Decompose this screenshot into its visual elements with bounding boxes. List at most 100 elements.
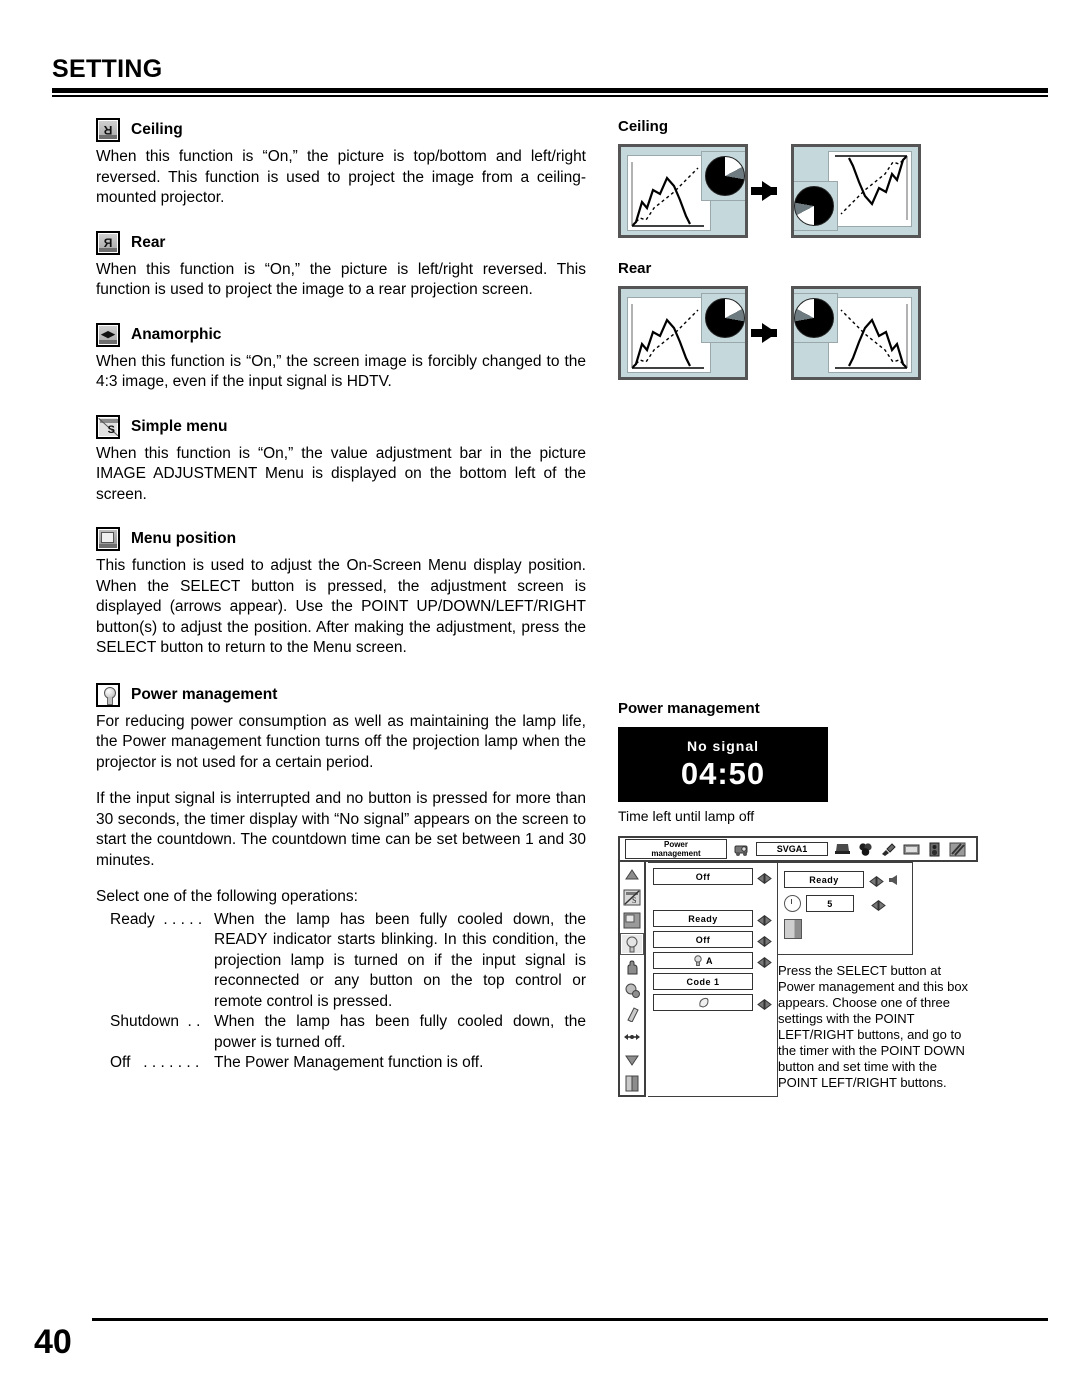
operation-description: When the lamp has been fully cooled down… xyxy=(214,1013,586,1051)
osd-sidebar: S xyxy=(618,862,646,1097)
osd-option-row[interactable]: Off xyxy=(653,931,772,948)
eraser-icon[interactable] xyxy=(621,1004,643,1024)
operation-description: When the lamp has been fully cooled down… xyxy=(214,910,586,1010)
osd-exit-row[interactable] xyxy=(784,919,906,939)
screen-after xyxy=(791,144,921,238)
computer-icon[interactable] xyxy=(834,842,851,857)
left-right-arrows-icon[interactable] xyxy=(757,934,772,947)
scroll-up-icon[interactable] xyxy=(621,864,643,884)
page-footer: 40 xyxy=(34,1318,1048,1361)
screen-after xyxy=(791,286,921,380)
scroll-down-icon[interactable] xyxy=(621,1050,643,1070)
svg-text:S: S xyxy=(632,896,636,905)
usb-icon[interactable] xyxy=(621,1027,643,1047)
header-rule-thick xyxy=(52,88,1048,93)
osd-input-value[interactable]: SVGA1 xyxy=(756,842,828,856)
sound-icon[interactable] xyxy=(926,842,943,857)
osd-menu-screenshot: Power management SVGA1 S Off Ready Off A… xyxy=(618,836,978,1097)
osd-option-row[interactable]: Ready xyxy=(653,910,772,927)
section-body: When this function is “On,” the picture … xyxy=(96,260,586,299)
left-right-arrows-icon[interactable] xyxy=(757,997,772,1010)
osd-option-value[interactable]: Off xyxy=(653,868,753,885)
power-management-label: Power management xyxy=(618,700,760,717)
section-heading: ◀▶ Anamorphic xyxy=(96,322,586,347)
exit-icon[interactable] xyxy=(621,1073,643,1093)
color-adjust-icon[interactable] xyxy=(857,842,874,857)
line-chart-graphic xyxy=(631,162,704,227)
osd-option-row[interactable]: Off xyxy=(653,868,772,885)
osd-timer-row[interactable]: 5 xyxy=(784,895,906,912)
osd-setting-row[interactable]: Ready xyxy=(784,871,906,888)
transform-arrow-icon xyxy=(751,323,777,343)
transform-arrow-icon xyxy=(751,181,777,201)
osd-option-spacer xyxy=(653,890,772,905)
operation-term: Shutdown . . xyxy=(110,1013,201,1030)
osd-settings-list: Off Ready Off A Code 1 xyxy=(648,862,778,1097)
left-right-arrows-placeholder xyxy=(757,976,772,987)
no-signal-display: No signal 04:50 xyxy=(618,727,828,802)
hand-icon[interactable] xyxy=(621,958,643,978)
osd-option-value[interactable]: A xyxy=(653,952,753,969)
exit-icon[interactable] xyxy=(784,919,802,939)
pie-chart-graphic xyxy=(794,298,834,338)
section-anamorphic: ◀▶ Anamorphic When this function is “On,… xyxy=(96,322,586,393)
projector-icon[interactable] xyxy=(733,842,750,857)
menu-position-icon[interactable] xyxy=(621,910,643,930)
screen-icon[interactable] xyxy=(903,842,920,857)
setting-icon[interactable] xyxy=(949,842,966,857)
illustration-label: Rear xyxy=(618,260,652,277)
ceiling-icon: R xyxy=(96,118,120,142)
left-right-arrows-icon[interactable] xyxy=(871,898,886,911)
balloon-icon[interactable] xyxy=(621,981,643,1001)
no-signal-text: No signal xyxy=(686,737,759,754)
left-right-arrows-icon[interactable] xyxy=(757,913,772,926)
ceiling-illustration: Ceiling xyxy=(618,118,1018,238)
section-title: Simple menu xyxy=(131,417,228,435)
osd-menu-title: Power management xyxy=(625,839,727,859)
osd-option-value[interactable]: Ready xyxy=(653,910,753,927)
ceiling-icon-glyph: R xyxy=(103,123,113,137)
operation-row: Shutdown . . When the lamp has been full… xyxy=(96,1012,586,1053)
mouse-icon xyxy=(698,997,709,1008)
section-body: When this function is “On,” the screen i… xyxy=(96,352,586,391)
left-right-arrows-icon[interactable] xyxy=(757,955,772,968)
osd-option-row[interactable] xyxy=(653,994,772,1011)
power-management-icon[interactable] xyxy=(620,933,644,955)
osd-option-row[interactable]: Code 1 xyxy=(653,973,772,990)
osd-timer-value[interactable]: 5 xyxy=(806,895,854,912)
section-ceiling: R Ceiling When this function is “On,” th… xyxy=(96,118,586,209)
osd-option-row[interactable]: A xyxy=(653,952,772,969)
simple-menu-icon[interactable]: S xyxy=(621,887,643,907)
left-right-arrows-icon[interactable] xyxy=(869,874,884,887)
lamp-icon xyxy=(694,955,702,966)
section-title: Anamorphic xyxy=(131,325,222,343)
operation-description: The Power Management function is off. xyxy=(214,1054,484,1071)
section-body-2: If the input signal is interrupted and n… xyxy=(96,790,586,869)
section-simple-menu: S Simple menu When this function is “On,… xyxy=(96,414,586,506)
section-heading: R Rear xyxy=(96,230,586,255)
osd-option-value[interactable]: Off xyxy=(653,931,753,948)
page-header: SETTING xyxy=(52,54,1048,97)
osd-option-value[interactable]: Code 1 xyxy=(653,973,753,990)
osd-panels: Off Ready Off A Code 1 Ready 5 Press the… xyxy=(648,862,978,1097)
section-heading: Power management xyxy=(96,682,586,707)
section-heading: R Ceiling xyxy=(96,118,586,142)
illustration-label: Ceiling xyxy=(618,118,669,135)
header-rule-thin xyxy=(52,95,1048,97)
osd-setting-value[interactable]: Ready xyxy=(784,871,864,888)
left-content-column: R Ceiling When this function is “On,” th… xyxy=(96,118,586,1092)
left-right-arrows-icon[interactable] xyxy=(757,871,772,884)
osd-option-value[interactable] xyxy=(653,994,753,1011)
image-adjust-icon[interactable] xyxy=(880,842,897,857)
power-management-operations: Ready . . . . . When the lamp has been f… xyxy=(96,910,586,1074)
page-title: SETTING xyxy=(52,55,163,83)
screen-before xyxy=(618,144,748,238)
anamorphic-icon: ◀▶ xyxy=(96,322,120,347)
section-body-3: Select one of the following operations: xyxy=(96,888,358,905)
section-title: Menu position xyxy=(131,530,237,547)
pie-chart-graphic xyxy=(794,186,834,226)
section-title: Rear xyxy=(131,233,166,251)
section-rear: R Rear When this function is “On,” the p… xyxy=(96,230,586,301)
power-management-illustration: Power management No signal 04:50 Time le… xyxy=(618,700,1018,824)
footer-rule xyxy=(92,1318,1048,1321)
